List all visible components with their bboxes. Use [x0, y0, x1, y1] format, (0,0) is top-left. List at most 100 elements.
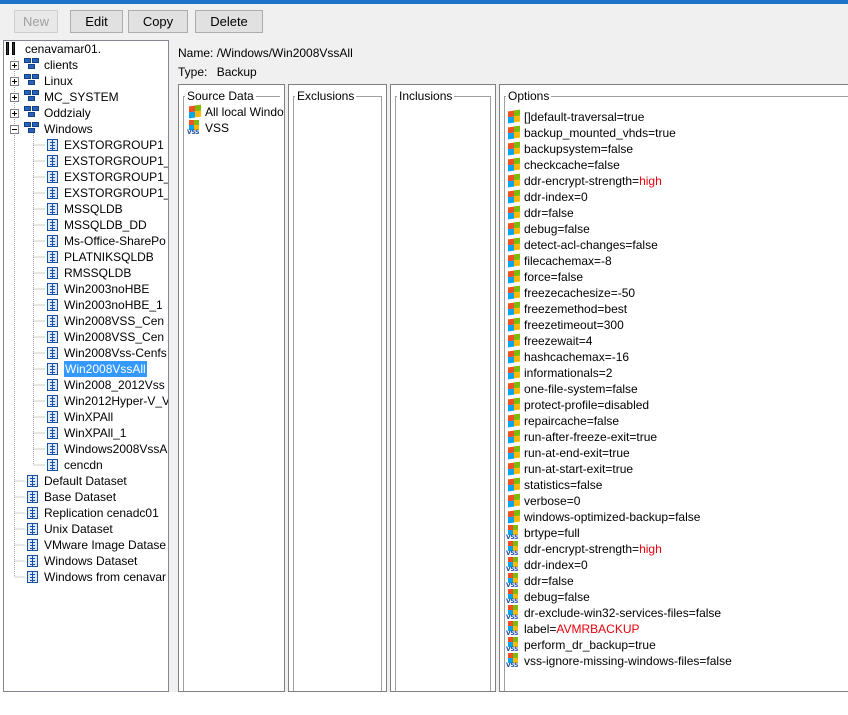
- tree-dataset-item[interactable]: Replication cenadc01: [4, 505, 168, 521]
- tree-dataset-item[interactable]: Win2003noHBE_1: [4, 297, 168, 313]
- option-text: ddr-index=0: [524, 557, 588, 573]
- expand-icon[interactable]: [10, 61, 19, 70]
- dataset-icon: [47, 251, 58, 263]
- server-icon: [6, 42, 20, 56]
- option-key: backupsystem=: [524, 142, 608, 156]
- tree-dataset-item[interactable]: MSSQLDB_DD: [4, 217, 168, 233]
- tree-dataset-item[interactable]: Ms-Office-SharePo: [4, 233, 168, 249]
- tree-dataset-item[interactable]: VMware Image Datase: [4, 537, 168, 553]
- dataset-icon: [27, 539, 38, 551]
- tree-dataset-item[interactable]: EXSTORGROUP1_: [4, 169, 168, 185]
- exclusions-pane[interactable]: Exclusions: [288, 84, 387, 692]
- tree-dataset-label: cencdn: [64, 458, 103, 472]
- tree-dataset-item[interactable]: MSSQLDB: [4, 201, 168, 217]
- dataset-icon: [47, 315, 58, 327]
- panes-area: Source Data All local Windo VSS VSS Exclus…: [172, 84, 848, 692]
- type-label: Type:: [178, 65, 208, 79]
- tree-dataset-item[interactable]: Win2008VSS_Cen: [4, 313, 168, 329]
- dataset-icon: [27, 507, 38, 519]
- option-text: force=false: [524, 269, 583, 285]
- option-key: ddr-encrypt-strength=: [524, 174, 640, 188]
- windows-icon: [506, 429, 521, 444]
- option-value: true: [636, 430, 658, 444]
- tree-dataset-item[interactable]: cencdn: [4, 457, 168, 473]
- options-pane[interactable]: Options []default-traversal=true backup_m…: [499, 84, 848, 692]
- option-value: false: [564, 222, 590, 236]
- tree-dataset-label: Default Dataset: [44, 474, 127, 488]
- dataset-icon: [47, 203, 58, 215]
- tree-group-oddzialy[interactable]: Oddzialy: [4, 105, 168, 121]
- tree-dataset-item[interactable]: EXSTORGROUP1: [4, 137, 168, 153]
- dataset-icon: [47, 139, 58, 151]
- tree-dataset-label: EXSTORGROUP1_: [64, 186, 169, 200]
- tree-dataset-item[interactable]: WinXPAll_1: [4, 425, 168, 441]
- option-value: false: [564, 590, 590, 604]
- expand-icon[interactable]: [10, 93, 19, 102]
- option-text: checkcache=false: [524, 157, 620, 173]
- tree-dataset-item[interactable]: Win2012Hyper-V_V: [4, 393, 168, 409]
- tree-dataset-item[interactable]: EXSTORGROUP1_: [4, 185, 169, 201]
- tree-dataset-item[interactable]: Windows Dataset: [4, 553, 168, 569]
- option-text: brtype=full: [524, 525, 580, 541]
- option-key: repaircache=: [524, 414, 594, 428]
- tree-group-linux[interactable]: Linux: [4, 73, 168, 89]
- tree-dataset-item[interactable]: Default Dataset: [4, 473, 168, 489]
- option-text: filecachemax=-8: [524, 253, 612, 269]
- windows-icon: [506, 109, 521, 124]
- source-data-pane[interactable]: Source Data All local Windo VSS VSS: [178, 84, 285, 692]
- tree-group-clients[interactable]: clients: [4, 57, 168, 73]
- tree-group-windows[interactable]: Windows: [4, 121, 168, 137]
- option-value: -16: [611, 350, 630, 364]
- option-value: true: [635, 638, 656, 652]
- tree-dataset-item[interactable]: Base Dataset: [4, 489, 168, 505]
- edit-button[interactable]: Edit: [70, 10, 123, 33]
- option-text: debug=false: [524, 589, 590, 605]
- option-value: 0: [581, 190, 588, 204]
- tree-dataset-item[interactable]: RMSSQLDB: [4, 265, 168, 281]
- tree-dataset-item[interactable]: Unix Dataset: [4, 521, 168, 537]
- vss-icon: VSS: [506, 653, 521, 669]
- option-text: ddr-encrypt-strength=high: [524, 541, 662, 557]
- tree-dataset-item[interactable]: PLATNIKSQLDB: [4, 249, 168, 265]
- option-key: freezemethod=: [524, 302, 605, 316]
- windows-icon: [506, 509, 521, 524]
- windows-icon: [506, 333, 521, 348]
- inclusions-pane[interactable]: Inclusions: [390, 84, 496, 692]
- dataset-tree[interactable]: cenavamar01. clients Linux MC_SYSTEM Oddzia…: [3, 40, 169, 692]
- tree-dataset-label: Win2008Vss-Cenfs: [64, 346, 167, 360]
- tree-dataset-item[interactable]: Windows from cenavar: [4, 569, 168, 585]
- tree-dataset-item[interactable]: Win2008Vss-Cenfs: [4, 345, 168, 361]
- delete-button[interactable]: Delete: [195, 10, 263, 33]
- tree-dataset-item[interactable]: Win2003noHBE: [4, 281, 168, 297]
- option-value: true: [655, 126, 676, 140]
- tree-dataset-item[interactable]: Win2008_2012Vss: [4, 377, 168, 393]
- option-key: freezewait=: [524, 334, 586, 348]
- tree-dataset-item[interactable]: Win2008VssAll: [4, 361, 168, 377]
- option-key: ddr-encrypt-strength=: [524, 542, 640, 556]
- expand-icon[interactable]: [10, 109, 19, 118]
- tree-root[interactable]: cenavamar01.: [4, 41, 168, 57]
- option-key: statistics=: [524, 478, 578, 492]
- copy-button[interactable]: Copy: [128, 10, 188, 33]
- tree-dataset-label: Windows from cenavar: [44, 570, 167, 584]
- option-value: 2: [605, 366, 613, 380]
- option-value: false: [706, 654, 732, 668]
- expand-icon[interactable]: [10, 77, 19, 86]
- tree-dataset-label: Win2008VSS_Cen: [64, 330, 165, 344]
- option-text: one-file-system=false: [524, 381, 638, 397]
- tree-group-mc-system[interactable]: MC_SYSTEM: [4, 89, 168, 105]
- collapse-icon[interactable]: [10, 125, 19, 134]
- dataset-icon: [27, 571, 38, 583]
- option-value: false: [695, 606, 722, 620]
- source-data-label: All local Windo: [205, 105, 284, 119]
- tree-dataset-item[interactable]: WinXPAll: [4, 409, 168, 425]
- option-text: run-at-end-exit=true: [524, 445, 630, 461]
- tree-dataset-label: Win2003noHBE: [64, 282, 150, 296]
- group-icon: [24, 90, 42, 104]
- tree-dataset-item[interactable]: EXSTORGROUP1_: [4, 153, 168, 169]
- option-key: brtype=: [524, 526, 565, 540]
- new-button[interactable]: New: [14, 10, 58, 33]
- tree-dataset-item[interactable]: Win2008VSS_Cen: [4, 329, 168, 345]
- tree-dataset-item[interactable]: Windows2008VssA: [4, 441, 168, 457]
- dataset-icon: [47, 379, 58, 391]
